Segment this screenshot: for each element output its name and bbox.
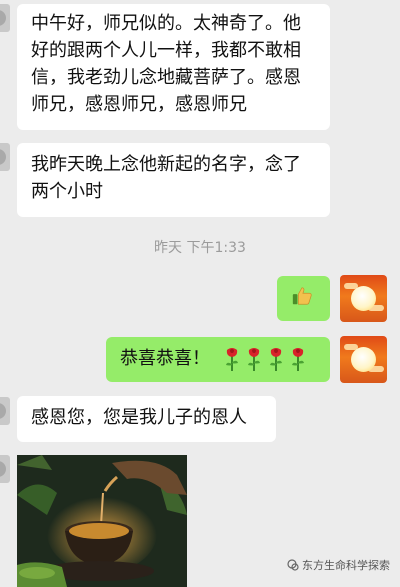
sent-message-thumbs-up[interactable]: [277, 276, 330, 321]
message-text: 我昨天晚上念他新起的名字，念了 两个小时: [31, 154, 301, 202]
wechat-channel-icon: [287, 559, 299, 571]
received-message[interactable]: 感恩您，您是我儿子的恩人: [17, 396, 276, 442]
rose-icon: [291, 348, 304, 371]
message-text: 感恩您，您是我儿子的恩人: [31, 407, 247, 428]
message-text: 中午好，师兄似的。太神奇了。他 好的跟两个人儿一样，我都不敢相 信，我老劲儿念地…: [31, 13, 301, 115]
rose-icon: [269, 348, 282, 371]
watermark: 东方生命科学探索: [287, 557, 390, 573]
message-text: 恭喜恭喜！: [120, 348, 210, 369]
contact-avatar[interactable]: [0, 143, 10, 171]
message-timestamp: 昨天 下午1:33: [154, 240, 246, 256]
watermark-text: 东方生命科学探索: [302, 559, 390, 572]
rose-icon: [225, 348, 238, 371]
received-message[interactable]: 中午好，师兄似的。太神奇了。他 好的跟两个人儿一样，我都不敢相 信，我老劲儿念地…: [17, 4, 330, 130]
my-avatar[interactable]: [340, 275, 387, 322]
sent-message[interactable]: 恭喜恭喜！: [106, 337, 330, 382]
tea-photo-image[interactable]: [17, 455, 187, 587]
received-message[interactable]: 我昨天晚上念他新起的名字，念了 两个小时: [17, 143, 330, 217]
rose-icon: [247, 348, 260, 371]
sun-icon: [351, 347, 376, 372]
rose-emoji-group: [224, 346, 306, 372]
sun-icon: [351, 286, 376, 311]
contact-avatar[interactable]: [0, 455, 10, 483]
contact-avatar[interactable]: [0, 397, 10, 425]
thumbs-up-icon: [292, 287, 312, 305]
contact-avatar[interactable]: [0, 4, 10, 32]
my-avatar[interactable]: [340, 336, 387, 383]
tea-photo-graphic: [17, 455, 187, 587]
